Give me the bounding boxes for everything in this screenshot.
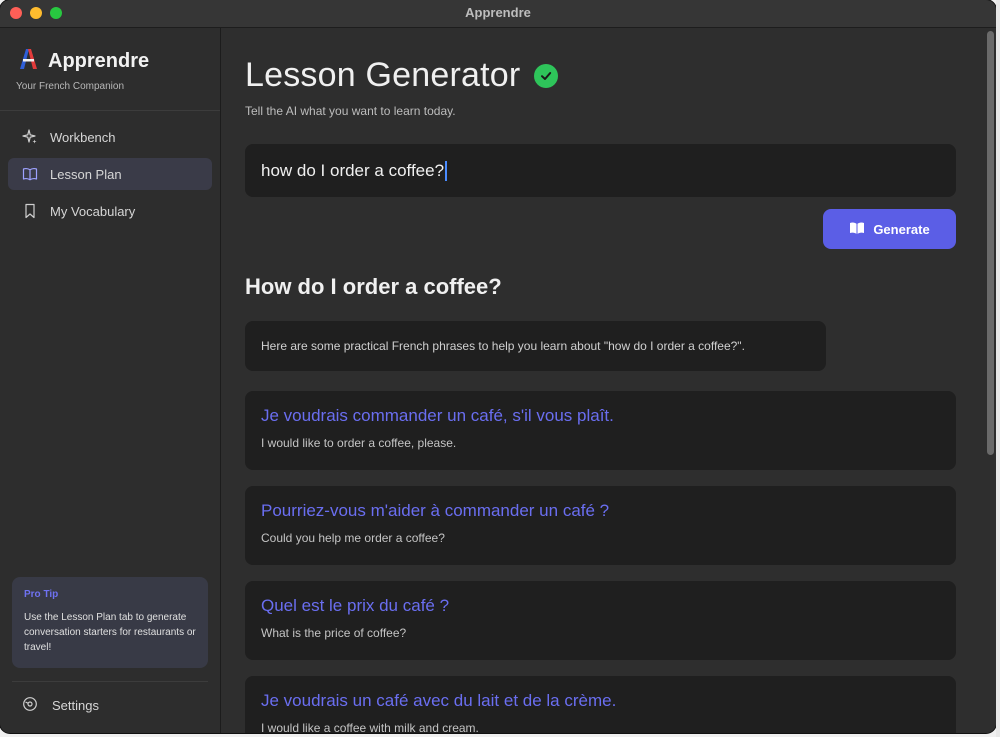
sidebar: Apprendre Your French Companion Workbenc… bbox=[0, 28, 221, 733]
sidebar-divider bbox=[0, 110, 220, 111]
phrase-english: I would like a coffee with milk and crea… bbox=[261, 721, 479, 733]
brand-tagline: Your French Companion bbox=[16, 81, 125, 92]
phrase-card[interactable]: Quel est le prix du café ? What is the p… bbox=[245, 581, 956, 660]
sidebar-item-workbench[interactable]: Workbench bbox=[8, 121, 212, 153]
phrase-card[interactable]: Je voudrais commander un café, s'il vous… bbox=[245, 391, 956, 470]
generate-button[interactable]: Generate bbox=[823, 209, 956, 249]
generate-button-label: Generate bbox=[873, 221, 930, 237]
lesson-prompt-input[interactable]: how do I order a coffee? bbox=[245, 144, 956, 197]
sidebar-item-label: Workbench bbox=[50, 129, 116, 145]
phrase-english: What is the price of coffee? bbox=[261, 626, 407, 640]
page-header: Lesson Generator bbox=[245, 56, 559, 95]
sidebar-item-label: Lesson Plan bbox=[50, 166, 122, 182]
app-window: Apprendre Apprendre Your French Companio… bbox=[0, 0, 996, 733]
scrollbar-thumb[interactable] bbox=[987, 31, 994, 455]
sidebar-nav: Workbench Lesson Plan My Vocabulary bbox=[8, 121, 212, 232]
sidebar-item-lesson-plan[interactable]: Lesson Plan bbox=[8, 158, 212, 190]
title-bar: Apprendre bbox=[0, 0, 996, 28]
settings-label: Settings bbox=[52, 698, 99, 713]
sparkle-icon bbox=[22, 129, 38, 145]
app-logo-icon bbox=[16, 46, 42, 77]
phrase-english: Could you help me order a coffee? bbox=[261, 531, 445, 545]
pro-tip-body: Use the Lesson Plan tab to generate conv… bbox=[24, 612, 196, 653]
background-edge bbox=[996, 0, 1000, 737]
brand: Apprendre Your French Companion bbox=[16, 46, 149, 92]
lesson-intro-text: Here are some practical French phrases t… bbox=[261, 339, 745, 353]
sidebar-divider bbox=[12, 681, 208, 682]
phrase-french: Je voudrais un café avec du lait et de l… bbox=[261, 691, 617, 710]
sidebar-item-label: My Vocabulary bbox=[50, 203, 136, 219]
page-title: Lesson Generator bbox=[245, 56, 521, 94]
phrase-card[interactable]: Je voudrais un café avec du lait et de l… bbox=[245, 676, 956, 733]
phrase-french: Quel est le prix du café ? bbox=[261, 596, 450, 615]
phrase-card[interactable]: Pourriez-vous m'aider à commander un caf… bbox=[245, 486, 956, 565]
pro-tip-card: Pro Tip Use the Lesson Plan tab to gener… bbox=[12, 577, 208, 668]
bookmark-icon bbox=[22, 203, 38, 219]
book-open-icon bbox=[22, 166, 38, 182]
gear-icon bbox=[22, 696, 38, 715]
pro-tip-title: Pro Tip bbox=[24, 589, 59, 600]
main-content: Lesson Generator Tell the AI what you wa… bbox=[221, 28, 996, 733]
lesson-heading: How do I order a coffee? bbox=[245, 274, 502, 299]
phrase-english: I would like to order a coffee, please. bbox=[261, 436, 457, 450]
brand-name: Apprendre bbox=[48, 50, 150, 72]
phrase-french: Pourriez-vous m'aider à commander un caf… bbox=[261, 501, 610, 520]
lesson-intro: Here are some practical French phrases t… bbox=[245, 321, 826, 371]
sidebar-item-my-vocabulary[interactable]: My Vocabulary bbox=[8, 195, 212, 227]
book-open-icon bbox=[849, 221, 865, 238]
page-subtitle: Tell the AI what you want to learn today… bbox=[245, 104, 456, 118]
text-caret bbox=[445, 160, 448, 181]
lesson-prompt-value: how do I order a coffee? bbox=[261, 160, 445, 180]
checkmark-icon bbox=[534, 63, 559, 88]
window-title: Apprendre bbox=[465, 5, 531, 20]
phrase-french: Je voudrais commander un café, s'il vous… bbox=[261, 406, 614, 425]
settings-button[interactable]: Settings bbox=[22, 696, 99, 715]
